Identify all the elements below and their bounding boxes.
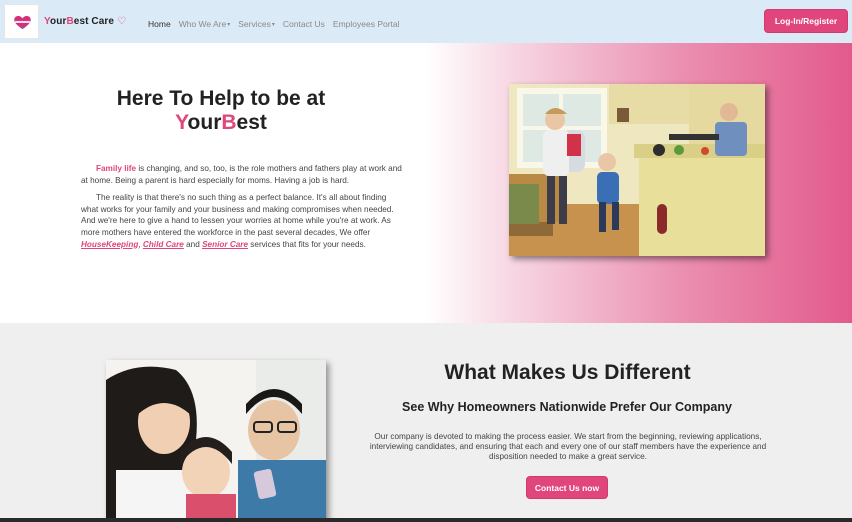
brand-letter-b: B — [66, 16, 74, 27]
nav-home[interactable]: Home — [148, 19, 171, 29]
hero-section: Here To Help to be at YourBest Family li… — [0, 43, 852, 323]
nav-contact-us[interactable]: Contact Us — [283, 19, 325, 29]
family-phone-illustration — [106, 360, 326, 522]
hero-title-line1: Here To Help to be at — [116, 87, 326, 110]
family-kitchen-photo — [509, 84, 765, 256]
heart-logo-icon — [14, 16, 31, 30]
contact-us-now-button[interactable]: Contact Us now — [526, 476, 608, 499]
brand[interactable]: YourBest Care ♡ — [4, 4, 126, 39]
brand-text-our: our — [50, 16, 67, 27]
hero-paragraph-1: Family life is changing, and so, too, is… — [81, 163, 405, 186]
hero-title-letter-b: B — [221, 111, 237, 134]
what-makes-us-different-section: What Makes Us Different See Why Homeowne… — [0, 323, 852, 522]
nav-services-label: Services — [238, 19, 271, 29]
hero-title-est: est — [236, 111, 267, 134]
navbar: YourBest Care ♡ Home Who We Are▾ Services… — [0, 0, 852, 43]
nav-who-we-are[interactable]: Who We Are▾ — [179, 19, 231, 29]
bottom-edge — [0, 518, 852, 522]
caret-down-icon: ▾ — [227, 22, 231, 28]
nav-who-we-are-label: Who We Are — [178, 19, 227, 29]
separator-and: and — [183, 239, 203, 249]
brand-name[interactable]: YourBest Care ♡ — [44, 16, 126, 27]
hero-paragraph-2-text: The reality is that there's no such thin… — [81, 193, 394, 237]
family-phone-photo — [106, 360, 326, 522]
family-life-highlight: Family life — [96, 164, 137, 173]
brand-text-est-care: est Care — [73, 16, 115, 27]
caret-down-icon: ▾ — [271, 22, 275, 28]
section-subtitle: See Why Homeowners Nationwide Prefer Our… — [402, 400, 732, 414]
hero-title-our: our — [187, 111, 222, 134]
section-description: Our company is devoted to making the pro… — [369, 432, 767, 461]
hero-paragraph-2: The reality is that there's no such thin… — [81, 192, 405, 250]
housekeeping-link[interactable]: HouseKeeping — [81, 240, 138, 249]
nav-employees-portal[interactable]: Employees Portal — [333, 19, 400, 29]
main-nav: Home Who We Are▾ Services▾ Contact Us Em… — [148, 19, 408, 29]
hero-paragraph-2-end: services that fits for your needs. — [248, 239, 366, 249]
heart-outline-icon: ♡ — [117, 16, 127, 27]
hero-description: Family life is changing, and so, too, is… — [81, 163, 405, 256]
hero-title: Here To Help to be at YourBest — [82, 87, 360, 135]
senior-care-link[interactable]: Senior Care — [202, 240, 248, 249]
section-title: What Makes Us Different — [444, 361, 691, 384]
brand-logo[interactable] — [4, 4, 39, 39]
hero-title-letter-y: Y — [175, 111, 188, 134]
child-care-link[interactable]: Child Care — [143, 240, 184, 249]
family-kitchen-illustration — [509, 84, 765, 256]
login-register-button[interactable]: Log-In/Register — [764, 9, 848, 33]
nav-services[interactable]: Services▾ — [238, 19, 275, 29]
